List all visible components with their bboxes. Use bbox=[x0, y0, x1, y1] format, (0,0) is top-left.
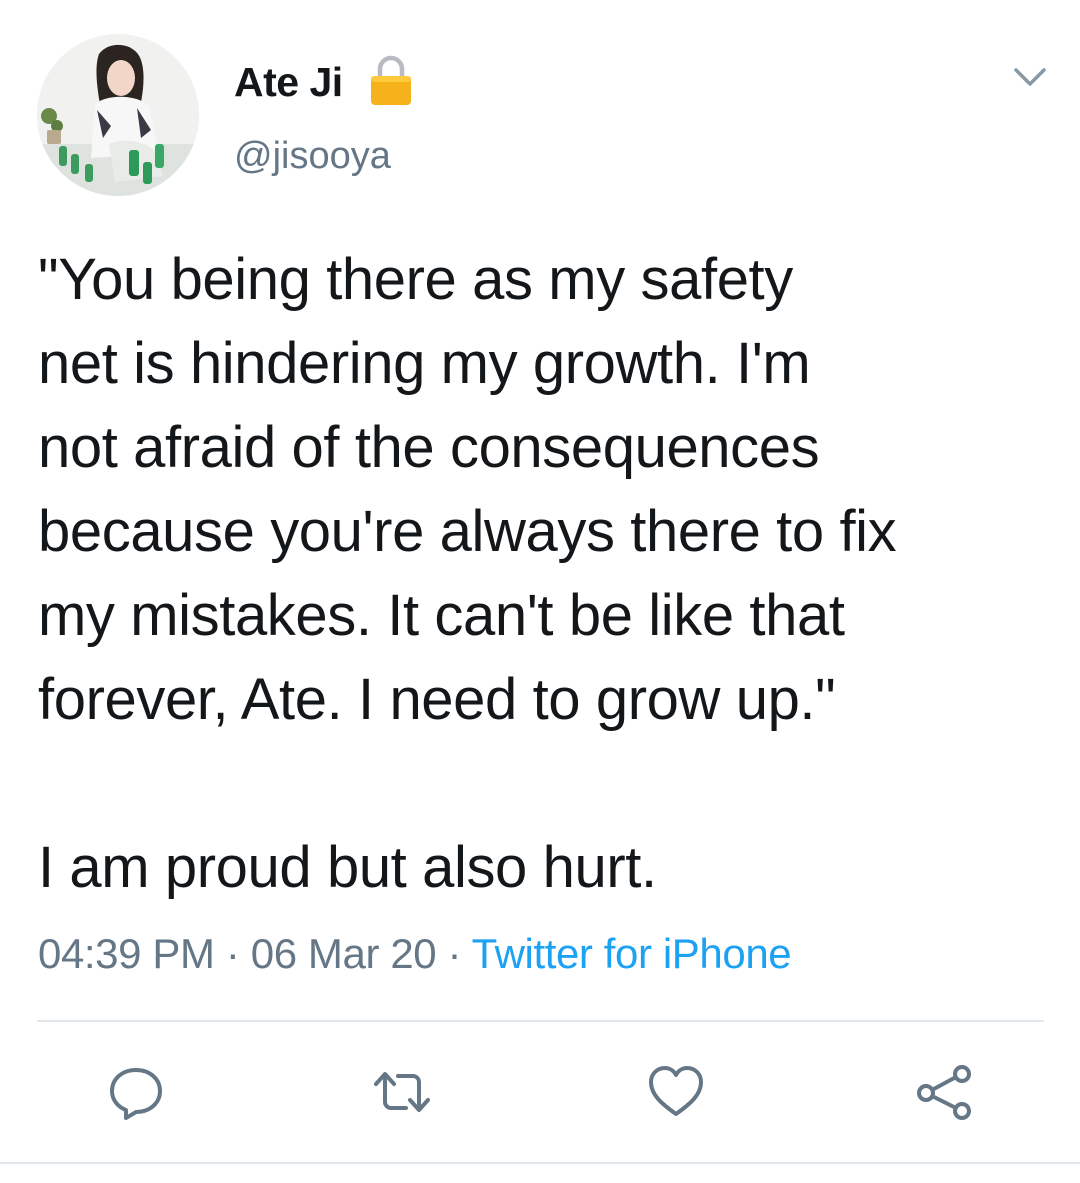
tweet-detail: Ate Ji @jisooya "You being there as my s… bbox=[0, 0, 1080, 1183]
avatar[interactable] bbox=[37, 34, 199, 196]
meta-separator: · bbox=[447, 930, 462, 977]
share-icon[interactable] bbox=[914, 1062, 974, 1122]
retweet-icon[interactable] bbox=[372, 1062, 432, 1122]
meta-separator: · bbox=[225, 930, 240, 977]
tweet-meta: 04:39 PM · 06 Mar 20 · Twitter for iPhon… bbox=[38, 928, 792, 980]
chevron-down-icon[interactable] bbox=[1010, 62, 1050, 92]
lock-icon bbox=[371, 55, 411, 105]
heart-icon[interactable] bbox=[646, 1062, 706, 1122]
tweet-source-link[interactable]: Twitter for iPhone bbox=[472, 930, 792, 977]
display-name[interactable]: Ate Ji bbox=[234, 58, 343, 106]
user-handle[interactable]: @jisooya bbox=[234, 134, 391, 178]
divider bbox=[37, 1020, 1044, 1022]
tweet-time: 04:39 PM bbox=[38, 930, 215, 977]
reply-icon[interactable] bbox=[106, 1062, 166, 1122]
divider bbox=[0, 1162, 1080, 1164]
tweet-text: "You being there as my safety net is hin… bbox=[38, 247, 897, 900]
profile-photo bbox=[37, 34, 199, 196]
tweet-date: 06 Mar 20 bbox=[250, 930, 437, 977]
